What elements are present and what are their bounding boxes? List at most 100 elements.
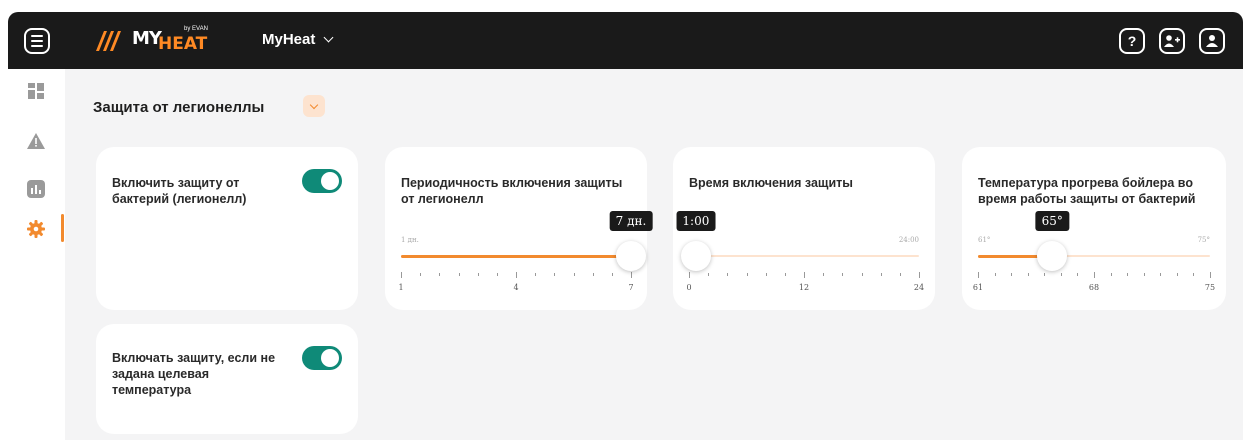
slider-tick xyxy=(1094,272,1095,278)
slider-ticks: 0 12 24 xyxy=(686,272,924,292)
slider-min-label: 61° xyxy=(978,236,991,244)
slider-tick xyxy=(784,273,786,276)
top-bar: MY HEAT by EVAN MyHeat ? xyxy=(8,12,1243,69)
slider-tick xyxy=(477,273,479,276)
logo-wordmark: MY HEAT by EVAN xyxy=(132,26,208,56)
slider-tick-label: 61 xyxy=(972,283,984,292)
chevron-down-icon xyxy=(323,32,334,43)
slider-tick xyxy=(978,272,979,278)
logo-my: MY xyxy=(132,28,162,49)
app-selector[interactable]: MyHeat xyxy=(262,31,334,48)
app-title: MyHeat xyxy=(262,31,316,48)
slider-tick xyxy=(554,273,556,276)
user-icon[interactable] xyxy=(1199,28,1225,54)
slider-tick-label: 12 xyxy=(798,283,810,292)
slider-tick xyxy=(573,273,575,276)
slider-tick-label: 7 xyxy=(628,283,634,292)
slider-tick xyxy=(1044,273,1046,276)
slider-tick xyxy=(1193,273,1195,276)
enable-protection-toggle[interactable] xyxy=(302,169,342,193)
slider-tick xyxy=(420,273,422,276)
slider-tick xyxy=(727,273,729,276)
slider-tick xyxy=(804,272,805,278)
logo-sub: by EVAN xyxy=(184,26,208,32)
enable-without-target-label: Включать защиту, если не задана целевая … xyxy=(112,351,276,397)
time-slider[interactable]: 24:00 0 12 24 1:00 xyxy=(676,211,924,326)
slider-thumb[interactable]: 65° xyxy=(1035,211,1069,271)
slider-tick xyxy=(458,273,460,276)
slider-tick xyxy=(919,272,920,278)
slider-ticks: 1 4 7 xyxy=(398,272,634,292)
slider-tick xyxy=(592,273,594,276)
periodicity-label: Периодичность включения защиты от легион… xyxy=(401,176,623,206)
logo[interactable]: MY HEAT by EVAN xyxy=(92,26,208,56)
card-enable-protection: Включить защиту от бактерий (легионелл) xyxy=(96,147,358,310)
dashboard-icon[interactable] xyxy=(26,81,46,101)
toggle-knob xyxy=(321,172,339,190)
temperature-slider[interactable]: 61° 75° 61 68 75 65° xyxy=(973,211,1215,326)
slider-tick xyxy=(1011,273,1013,276)
slider-tick xyxy=(765,273,767,276)
slider-fill xyxy=(401,255,631,258)
slider-tick xyxy=(1110,273,1112,276)
add-user-icon[interactable] xyxy=(1159,28,1185,54)
slider-track xyxy=(689,255,919,257)
slider-tick-label: 1 xyxy=(398,283,404,292)
slider-max-label: 75° xyxy=(1197,236,1210,244)
card-temperature: Температура прогрева бойлера во время ра… xyxy=(962,147,1226,310)
slider-tick xyxy=(994,273,996,276)
slider-tick xyxy=(1143,273,1145,276)
slider-tick xyxy=(516,272,517,278)
slider-tick xyxy=(1176,273,1178,276)
temperature-label: Температура прогрева бойлера во время ра… xyxy=(978,176,1196,206)
slider-tick-label: 75 xyxy=(1204,283,1216,292)
slider-tick xyxy=(1027,273,1029,276)
help-icon[interactable]: ? xyxy=(1119,28,1145,54)
slider-tick xyxy=(401,272,402,278)
slider-tick xyxy=(496,273,498,276)
slider-tick xyxy=(880,273,882,276)
chevron-down-icon xyxy=(309,100,319,109)
sidebar xyxy=(8,69,65,440)
gear-icon[interactable] xyxy=(26,219,46,239)
slider-tick xyxy=(861,273,863,276)
warning-icon[interactable] xyxy=(26,131,46,151)
section-title: Защита от легионеллы xyxy=(93,99,265,116)
main-content: Защита от легионеллы Включить защиту от … xyxy=(65,69,1243,440)
slider-tick xyxy=(611,273,613,276)
menu-icon[interactable] xyxy=(24,28,50,54)
slider-tick xyxy=(1210,272,1211,278)
slider-tick xyxy=(708,273,710,276)
slider-tick xyxy=(1060,273,1062,276)
help-label: ? xyxy=(1127,33,1137,49)
slider-value-tooltip: 65° xyxy=(1035,211,1069,231)
slider-tick-label: 4 xyxy=(513,283,519,292)
slider-tick-label: 24 xyxy=(913,283,925,292)
collapse-button[interactable] xyxy=(303,95,325,117)
enable-without-target-toggle[interactable] xyxy=(302,346,342,370)
slider-ticks: 61 68 75 xyxy=(973,272,1215,292)
slider-tick xyxy=(1077,273,1079,276)
enable-protection-label: Включить защиту от бактерий (легионелл) xyxy=(112,176,247,206)
slider-tick xyxy=(1127,273,1129,276)
card-enable-without-target: Включать защиту, если не задана целевая … xyxy=(96,324,358,434)
slider-tick xyxy=(842,273,844,276)
slider-max-label: 24:00 xyxy=(898,236,919,244)
slider-tick xyxy=(899,273,901,276)
active-indicator xyxy=(61,214,64,242)
add-user-glyph xyxy=(1164,35,1180,47)
slider-value-tooltip: 7 дн. xyxy=(609,211,653,231)
periodicity-slider[interactable]: 1 дн. 1 4 7 7 дн. xyxy=(398,211,653,326)
slider-tick xyxy=(689,272,690,278)
card-time: Время включения защиты 24:00 0 12 24 1:0… xyxy=(673,147,935,310)
slider-tick-label: 68 xyxy=(1088,283,1100,292)
slider-thumb[interactable]: 7 дн. xyxy=(609,211,653,271)
user-glyph xyxy=(1206,35,1218,47)
slider-tick xyxy=(823,273,825,276)
chart-icon[interactable] xyxy=(26,179,46,199)
slider-tick xyxy=(535,273,537,276)
slider-fill xyxy=(978,255,1045,258)
slider-tick-label: 0 xyxy=(686,283,692,292)
slider-thumb[interactable]: 1:00 xyxy=(676,211,716,271)
time-label: Время включения защиты xyxy=(689,176,853,190)
